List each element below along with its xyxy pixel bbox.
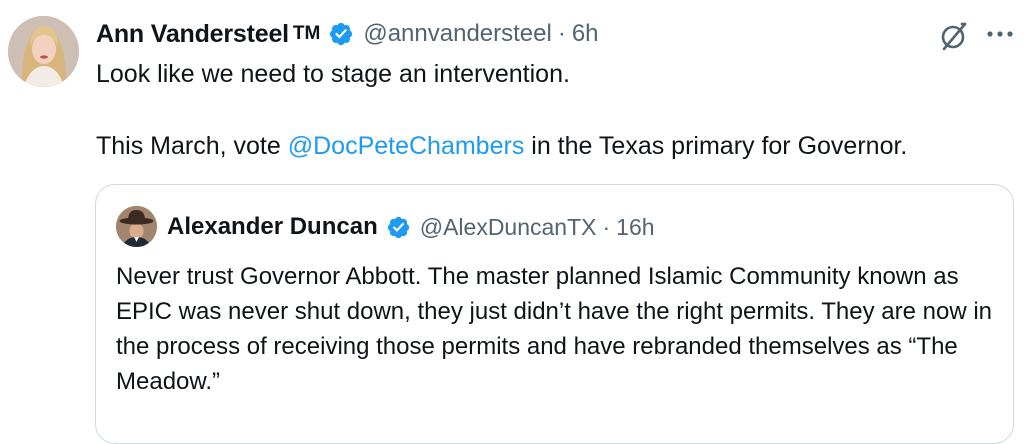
separator-dot: · bbox=[557, 20, 566, 47]
tweet-text-suffix: in the Texas primary for Governor. bbox=[524, 132, 908, 160]
mention-link[interactable]: @DocPeteChambers bbox=[288, 132, 525, 160]
tweet-text: Look like we need to stage an interventi… bbox=[96, 56, 996, 164]
author-name-suffix: TM bbox=[292, 23, 321, 44]
verified-badge-icon[interactable] bbox=[386, 215, 411, 240]
quote-author-avatar[interactable] bbox=[116, 206, 157, 247]
tweet-header: Ann Vandersteel TM @annvandersteel · 6h bbox=[96, 16, 599, 52]
verified-badge-icon[interactable] bbox=[328, 21, 354, 47]
quote-text: Never trust Governor Abbott. The master … bbox=[116, 263, 992, 395]
author-avatar[interactable] bbox=[8, 16, 79, 87]
quoted-tweet[interactable]: Alexander Duncan @AlexDuncanTX · 16h Nev… bbox=[95, 184, 1014, 444]
quote-timestamp[interactable]: 16h bbox=[616, 214, 654, 241]
author-handle[interactable]: @annvandersteel bbox=[363, 20, 551, 48]
avatar-image bbox=[8, 16, 79, 87]
tweet-timestamp[interactable]: 6h bbox=[572, 20, 599, 48]
quote-separator-dot: · bbox=[602, 213, 611, 240]
tweet-text-line-1: Look like we need to stage an interventi… bbox=[96, 60, 570, 88]
tweet-text-line-2: This March, vote @DocPeteChambers in the… bbox=[96, 128, 996, 164]
quote-avatar-image bbox=[116, 206, 157, 247]
author-display-name[interactable]: Ann Vandersteel bbox=[96, 20, 289, 49]
grok-slash-circle-icon[interactable] bbox=[938, 20, 970, 52]
tweet-text-prefix: This March, vote bbox=[96, 132, 288, 160]
quote-header: Alexander Duncan @AlexDuncanTX · 16h bbox=[167, 209, 655, 245]
quote-author-handle[interactable]: @AlexDuncanTX bbox=[420, 214, 597, 241]
quote-author-display-name[interactable]: Alexander Duncan bbox=[167, 213, 378, 241]
more-dots-icon[interactable] bbox=[986, 29, 1014, 39]
tweet[interactable]: Ann Vandersteel TM @annvandersteel · 6h … bbox=[0, 0, 1024, 444]
